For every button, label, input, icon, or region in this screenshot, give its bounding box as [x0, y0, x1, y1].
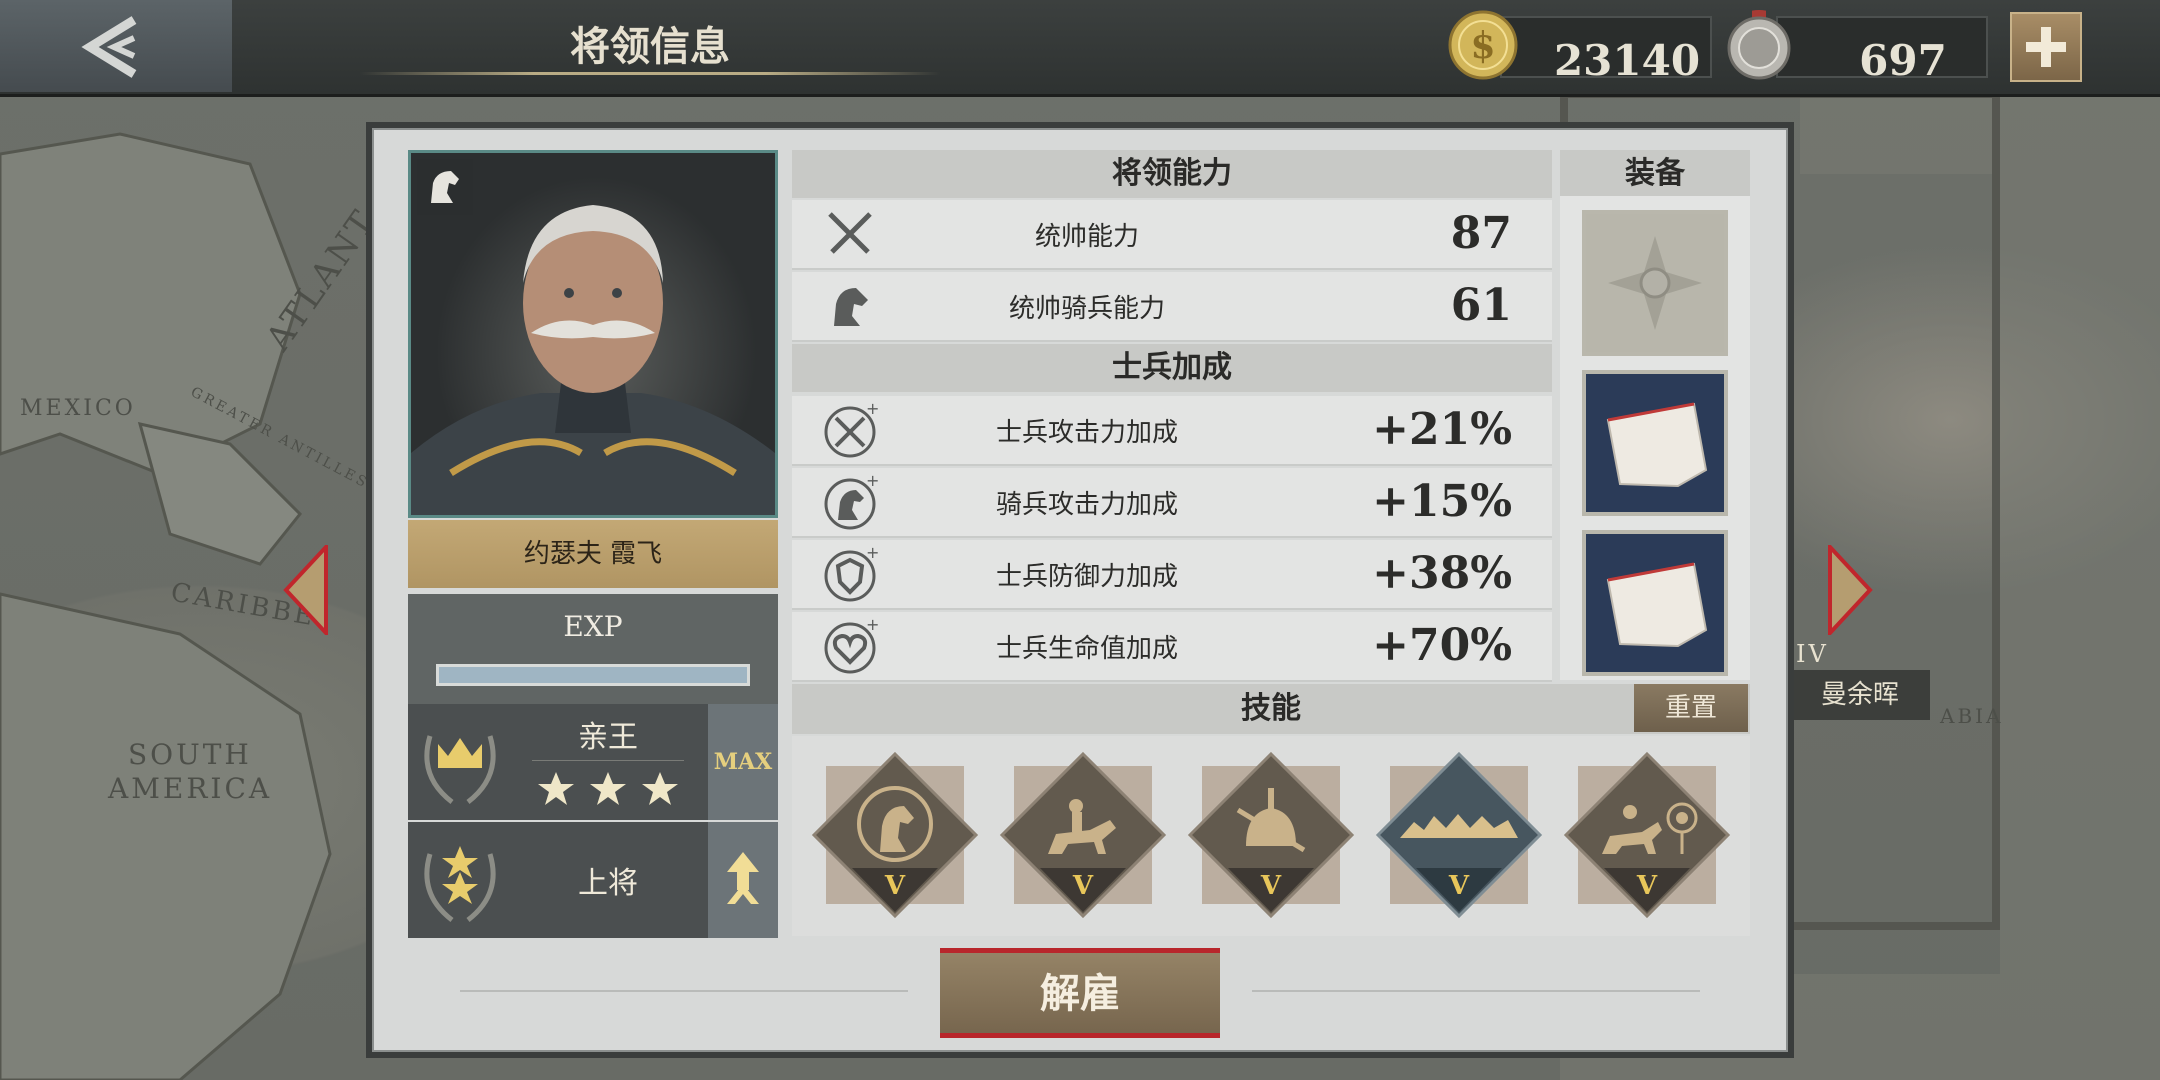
- health-heart-icon: +: [824, 618, 878, 674]
- dismiss-general-button[interactable]: 解雇: [940, 948, 1220, 1038]
- promote-button[interactable]: [708, 822, 778, 938]
- general-portrait: [408, 150, 778, 518]
- bonus-value: +38%: [1372, 548, 1512, 599]
- bonus-label: 士兵攻击力加成: [995, 418, 1178, 448]
- crown-wreath-icon: [424, 735, 496, 804]
- gold-amount: 23140: [1553, 36, 1701, 85]
- bonus-row: + 士兵生命值加成 +70%: [792, 612, 1552, 682]
- svg-text:+: +: [866, 546, 878, 562]
- equipment-section-header: 装备: [1560, 150, 1750, 198]
- rank-insignia-wreath-icon: [424, 846, 496, 922]
- top-bar: 将领信息 23140 $ 697: [0, 0, 2160, 97]
- right-decorative-line: [1252, 990, 1700, 992]
- bonus-value: +70%: [1372, 620, 1512, 671]
- skill-level: V: [884, 871, 906, 901]
- equipment-slot-medal[interactable]: [1582, 210, 1728, 356]
- skill-level: V: [1260, 871, 1282, 901]
- plus-icon: [2026, 27, 2066, 67]
- skill-slot[interactable]: V: [810, 750, 980, 920]
- exp-label: EXP: [563, 610, 623, 643]
- previous-general-arrow-icon[interactable]: [282, 545, 328, 635]
- ability-value: 87: [1450, 208, 1512, 259]
- skill-slot[interactable]: V: [998, 750, 1168, 920]
- bonus-row: + 士兵防御力加成 +38%: [792, 540, 1552, 610]
- attack-bonus-icon: +: [824, 402, 878, 458]
- gold-coin-icon: $: [1448, 10, 1518, 80]
- crossed-swords-icon: [828, 212, 872, 254]
- skill-level: V: [1636, 871, 1658, 901]
- ability-label: 统帅能力: [1034, 222, 1139, 252]
- page-title: 将领信息: [570, 23, 730, 70]
- military-rank: 上将: [578, 866, 638, 901]
- map-label-mexico: MEXICO: [20, 396, 136, 421]
- noble-title: 亲王: [578, 720, 638, 755]
- silver-medal-icon: [1727, 10, 1791, 80]
- reset-skills-button[interactable]: 重置: [1634, 684, 1748, 732]
- map-label-numeral: IV: [1796, 640, 1829, 668]
- skills-area: V V V V V: [792, 736, 1750, 936]
- add-currency-button[interactable]: [2010, 12, 2082, 82]
- bonus-value: +21%: [1372, 404, 1512, 455]
- equipment-slot-cloth-1[interactable]: [1582, 370, 1728, 516]
- noble-title-row: 亲王 MAX: [408, 704, 778, 820]
- cavalry-charge-icon: V: [1375, 751, 1543, 919]
- uniform-cloth-icon: [1606, 562, 1708, 648]
- bonus-label: 士兵防御力加成: [995, 562, 1178, 592]
- skill-level: V: [1448, 871, 1470, 901]
- svg-text:+: +: [866, 618, 878, 634]
- rider-target-icon: V: [1563, 751, 1731, 919]
- svg-text:$: $: [1470, 25, 1495, 67]
- medal-amount: 697: [1859, 36, 1947, 85]
- ability-row: 统帅能力 87: [792, 200, 1552, 270]
- mounted-rider-icon: V: [999, 751, 1167, 919]
- next-general-arrow-icon[interactable]: [1828, 545, 1874, 635]
- ability-row: 统帅骑兵能力 61: [792, 272, 1552, 342]
- defense-shield-icon: +: [824, 546, 878, 602]
- map-label-arabia: ABIA: [1940, 704, 2004, 728]
- cross-medal-icon: [1608, 236, 1702, 330]
- equipment-slot-cloth-2[interactable]: [1582, 530, 1728, 676]
- horse-head-icon: [834, 288, 868, 326]
- skills-section-header: 技能: [792, 684, 1750, 734]
- soldier-bonus-header: 士兵加成: [792, 344, 1552, 392]
- exp-progress-bar: [436, 664, 750, 686]
- equipment-column: [1560, 196, 1750, 680]
- back-arrow-icon: [81, 16, 137, 78]
- map-label-america: AMERICA: [108, 772, 273, 805]
- back-button[interactable]: [0, 0, 232, 92]
- general-name: 约瑟夫 霞飞: [408, 520, 778, 588]
- three-stars-icon: [538, 772, 678, 805]
- svg-text:+: +: [866, 402, 878, 418]
- bonus-label: 士兵生命值加成: [995, 634, 1178, 664]
- gold-counter: 23140: [1500, 16, 1712, 85]
- cavalry-attack-bonus-icon: +: [824, 474, 878, 530]
- title-divider: [532, 760, 684, 761]
- bonus-row: + 士兵攻击力加成 +21%: [792, 396, 1552, 466]
- bonus-label: 骑兵攻击力加成: [995, 490, 1178, 520]
- svg-text:+: +: [866, 474, 878, 490]
- military-rank-row: 上将: [408, 822, 778, 938]
- title-underline: [360, 72, 940, 75]
- ability-label: 统帅骑兵能力: [1008, 294, 1165, 324]
- soldier-helmet-icon: V: [1187, 751, 1355, 919]
- exp-section: EXP: [408, 594, 778, 704]
- promote-arrow-icon: [727, 852, 759, 904]
- skill-slot[interactable]: V: [1562, 750, 1732, 920]
- ability-value: 61: [1450, 280, 1512, 331]
- medal-counter: 697: [1776, 16, 1988, 85]
- title-max-badge: MAX: [708, 704, 778, 820]
- map-side-label: 曼余晖: [1790, 670, 1930, 720]
- cavalry-class-icon: [417, 159, 473, 215]
- bonus-value: +15%: [1372, 476, 1512, 527]
- skill-level: V: [1072, 871, 1094, 901]
- left-decorative-line: [460, 990, 908, 992]
- skill-slot[interactable]: V: [1374, 750, 1544, 920]
- bonus-row: + 骑兵攻击力加成 +15%: [792, 468, 1552, 538]
- uniform-cloth-icon: [1606, 402, 1708, 488]
- ability-section-header: 将领能力: [792, 150, 1552, 198]
- cavalry-horse-head-icon: V: [811, 751, 979, 919]
- skill-slot[interactable]: V: [1186, 750, 1356, 920]
- map-label-south: SOUTH: [128, 738, 252, 771]
